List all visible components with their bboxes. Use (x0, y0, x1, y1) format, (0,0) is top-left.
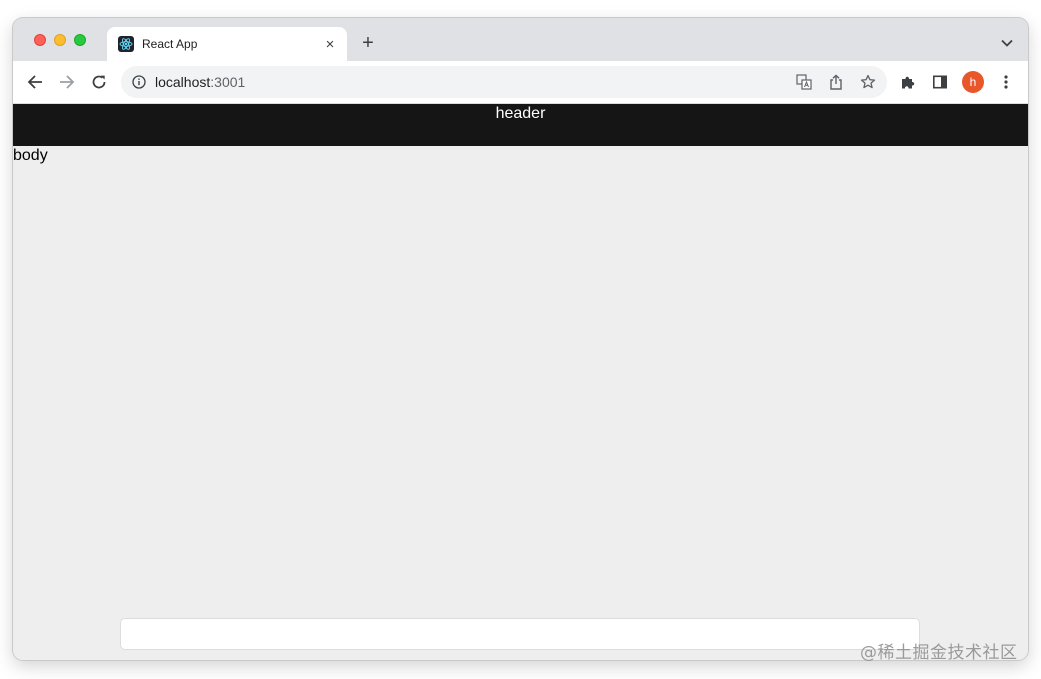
new-tab-button[interactable]: + (358, 33, 378, 53)
tab-strip: React App × + (13, 18, 1028, 62)
kebab-menu-icon[interactable] (997, 73, 1015, 91)
forward-arrow-icon[interactable] (56, 71, 78, 93)
reload-icon[interactable] (88, 71, 110, 93)
browser-toolbar: localhost:3001 h (13, 61, 1028, 104)
url-host: localhost (155, 74, 211, 90)
info-icon[interactable] (131, 74, 147, 90)
puzzle-icon[interactable] (899, 73, 917, 91)
header-text: header (495, 105, 546, 122)
translate-icon[interactable] (796, 74, 812, 90)
profile-avatar[interactable]: h (962, 71, 984, 93)
back-arrow-icon[interactable] (24, 71, 46, 93)
minimize-window-button[interactable] (54, 34, 66, 46)
share-icon[interactable] (828, 74, 844, 90)
url-port: :3001 (210, 74, 246, 90)
page-viewport: header body (13, 104, 1028, 660)
chevron-down-icon[interactable] (1000, 36, 1014, 50)
close-window-button[interactable] (34, 34, 46, 46)
react-logo-icon (118, 36, 134, 52)
address-bar[interactable]: localhost:3001 (121, 66, 887, 98)
bottom-input-field[interactable] (120, 618, 920, 650)
star-icon[interactable] (860, 74, 876, 90)
watermark-text: @稀土掘金技术社区 (860, 643, 1018, 663)
side-panel-icon[interactable] (931, 73, 949, 91)
tab-react-app[interactable]: React App × (107, 27, 347, 62)
close-tab-button[interactable]: × (321, 35, 339, 53)
zoom-window-button[interactable] (74, 34, 86, 46)
url-text: localhost:3001 (155, 74, 245, 90)
app-header: header (13, 104, 1028, 146)
browser-window: React App × + localhost:3001 h header bo… (13, 18, 1028, 660)
body-text: body (13, 147, 48, 164)
tab-title: React App (142, 37, 198, 51)
